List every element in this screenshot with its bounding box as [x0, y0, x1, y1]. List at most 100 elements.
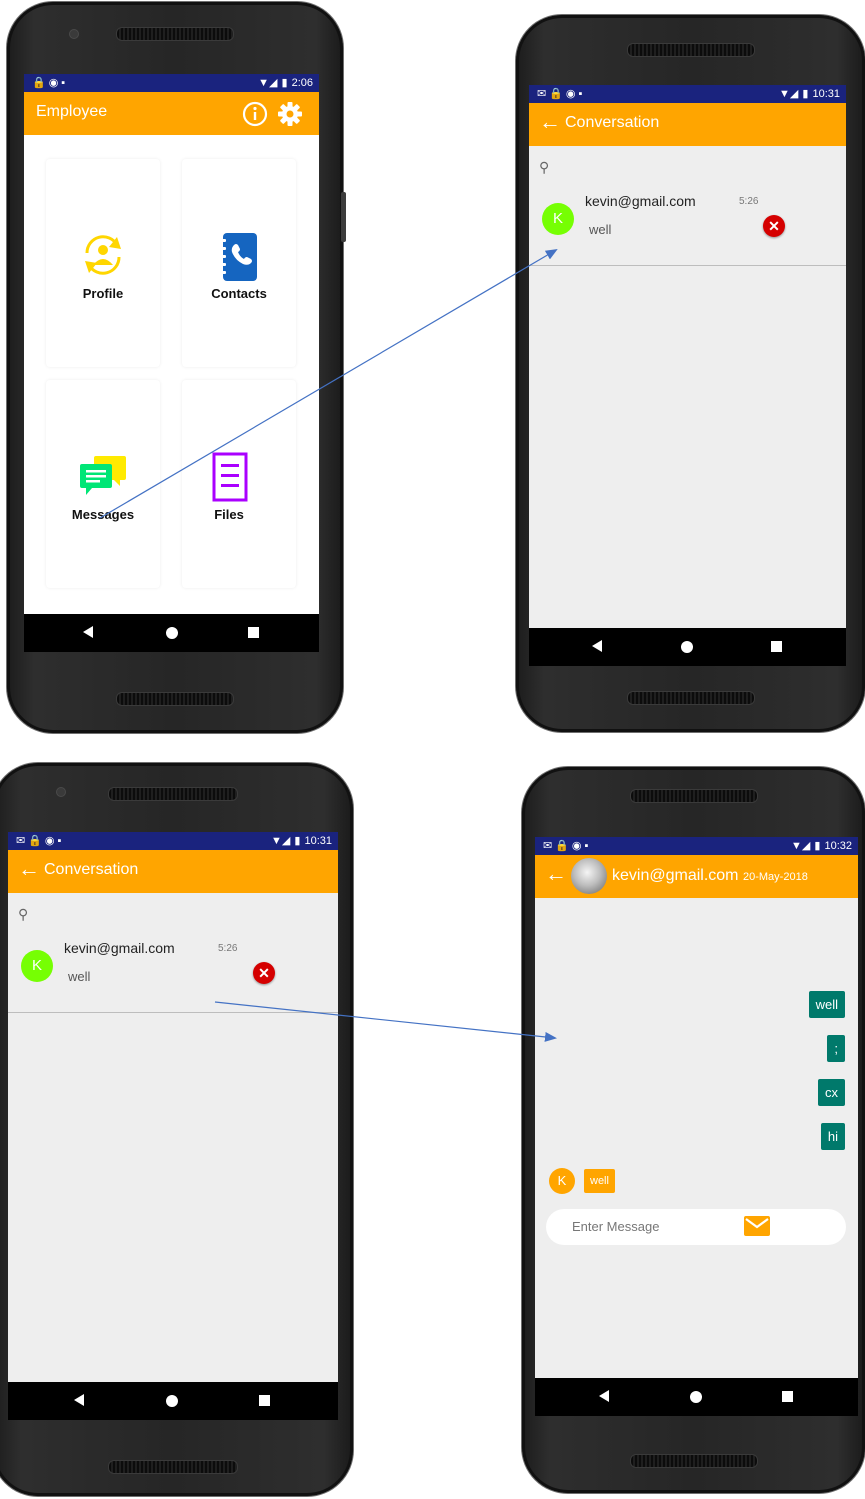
chat-contact-name: kevin@gmail.com [612, 867, 739, 884]
status-bar: ✉🔒◉▪ ▼◢ ▮ 10:32 [535, 837, 858, 855]
conversation-last-message: well [589, 222, 612, 237]
toolbar-title: Employee [36, 103, 108, 120]
status-bar: ✉🔒◉▪ ▼◢ ▮ 10:31 [8, 832, 338, 850]
nav-recent-icon[interactable] [248, 627, 259, 638]
nav-recent-icon[interactable] [782, 1391, 793, 1402]
avatar: K [21, 950, 53, 982]
nav-recent-icon[interactable] [259, 1395, 270, 1406]
speaker-grill [626, 43, 755, 57]
status-notification-icons: ✉🔒◉▪ [537, 88, 586, 100]
status-time: 2:06 [291, 77, 313, 89]
conversation-time: 5:26 [739, 196, 759, 207]
nav-home-icon[interactable] [681, 641, 693, 653]
status-notification-icons: 🔒◉▪ [32, 77, 69, 89]
message-input[interactable]: Enter Message [546, 1209, 846, 1245]
speaker-grill-bottom [107, 1460, 238, 1474]
contacts-book-icon [220, 233, 257, 281]
status-time: 10:31 [812, 88, 840, 100]
nav-back-icon[interactable] [599, 1390, 609, 1402]
card-files[interactable]: Files [182, 380, 296, 588]
message-text: well [815, 997, 838, 1012]
message-bubble-out: hi [820, 1123, 845, 1150]
message-text: hi [827, 1129, 838, 1144]
nav-home-icon[interactable] [166, 1395, 178, 1407]
status-right: ▼◢ ▮ 10:31 [779, 88, 840, 100]
card-profile[interactable]: Profile [46, 159, 160, 367]
speaker-grill-bottom [116, 692, 234, 706]
message-bubble-in: well [584, 1169, 615, 1193]
phone-chat: ✉🔒◉▪ ▼◢ ▮ 10:32 ← kevin@gmail.com 20-May-2… [522, 767, 865, 1493]
nav-bar [24, 614, 319, 652]
avatar: K [549, 1168, 575, 1194]
nav-back-icon[interactable] [83, 626, 93, 638]
dashboard-grid: Profile Contacts Messages Files [24, 135, 319, 614]
nav-home-icon[interactable] [166, 627, 178, 639]
card-messages[interactable]: Messages [46, 380, 160, 588]
status-notification-icons: ✉🔒◉▪ [16, 835, 65, 847]
nav-home-icon[interactable] [690, 1391, 702, 1403]
back-arrow-icon[interactable]: ← [545, 862, 567, 886]
side-button [341, 192, 346, 242]
speaker-grill-bottom [626, 691, 755, 705]
profile-sync-icon [85, 235, 121, 275]
document-icon [212, 452, 248, 502]
phone-conversation-a: ✉🔒◉▪ ▼◢ ▮ 10:31 ← Conversation ⚲ K kevin@g… [516, 15, 865, 732]
gear-icon[interactable] [276, 100, 304, 128]
send-mail-icon[interactable] [744, 1216, 770, 1236]
front-camera [69, 29, 79, 39]
conversation-item[interactable]: K kevin@gmail.com 5:26 well ✕ [8, 936, 338, 1013]
search-icon[interactable]: ⚲ [539, 159, 549, 176]
toolbar-title: Conversation [565, 114, 660, 131]
card-label: Messages [71, 507, 135, 522]
conversation-name: kevin@gmail.com [64, 940, 175, 956]
nav-bar [529, 628, 846, 666]
toolbar: ← kevin@gmail.com 20-May-2018 [535, 855, 858, 898]
speaker-grill [116, 27, 234, 41]
card-label: Contacts [211, 286, 267, 301]
status-notification-icons: ✉🔒◉▪ [543, 840, 592, 852]
message-text: cx [825, 1085, 838, 1100]
info-circle-icon[interactable] [242, 101, 268, 127]
nav-bar [535, 1378, 858, 1416]
phone-home: 🔒◉▪ ▼◢ ▮ 2:06 Employee Profile Contacts … [7, 2, 346, 733]
phone-conversation-b: ✉🔒◉▪ ▼◢ ▮ 10:31 ← Conversation ⚲ K kevin@g… [0, 763, 353, 1496]
status-bar: ✉🔒◉▪ ▼◢ ▮ 10:31 [529, 85, 846, 103]
conversation-item[interactable]: K kevin@gmail.com 5:26 well ✕ [529, 189, 846, 266]
contact-avatar [571, 858, 607, 894]
back-arrow-icon[interactable]: ← [18, 857, 40, 881]
message-placeholder: Enter Message [572, 1219, 660, 1234]
screen: 🔒◉▪ ▼◢ ▮ 2:06 Employee Profile Contacts … [24, 74, 319, 652]
message-bubble-out: well [808, 991, 845, 1018]
screen: ✉🔒◉▪ ▼◢ ▮ 10:31 ← Conversation ⚲ K kevin@g… [529, 85, 846, 666]
back-arrow-icon[interactable]: ← [539, 110, 561, 134]
delete-icon[interactable]: ✕ [763, 215, 785, 237]
search-icon[interactable]: ⚲ [18, 906, 28, 923]
nav-recent-icon[interactable] [771, 641, 782, 652]
toolbar: Employee [24, 92, 319, 135]
front-camera [56, 787, 66, 797]
nav-back-icon[interactable] [592, 640, 602, 652]
status-right: ▼◢ ▮ 2:06 [258, 77, 313, 89]
nav-bar [8, 1382, 338, 1420]
status-bar: 🔒◉▪ ▼◢ ▮ 2:06 [24, 74, 319, 92]
toolbar: ← Conversation [8, 850, 338, 893]
screen: ✉🔒◉▪ ▼◢ ▮ 10:32 ← kevin@gmail.com 20-May-2… [535, 837, 858, 1416]
card-label: Profile [82, 286, 124, 301]
speaker-grill-bottom [629, 1454, 758, 1468]
delete-icon[interactable]: ✕ [253, 962, 275, 984]
message-bubble-out: ; [827, 1035, 845, 1062]
avatar: K [542, 203, 574, 235]
nav-back-icon[interactable] [74, 1394, 84, 1406]
chat-date: 20-May-2018 [743, 871, 808, 883]
screen: ✉🔒◉▪ ▼◢ ▮ 10:31 ← Conversation ⚲ K kevin@g… [8, 832, 338, 1420]
conversation-name: kevin@gmail.com [585, 193, 696, 209]
card-contacts[interactable]: Contacts [182, 159, 296, 367]
status-right: ▼◢ ▮ 10:32 [791, 840, 852, 852]
toolbar: ← Conversation [529, 103, 846, 146]
status-time: 10:31 [304, 835, 332, 847]
conversation-last-message: well [68, 969, 91, 984]
message-text: well [590, 1175, 609, 1187]
toolbar-title: Conversation [44, 861, 139, 878]
status-time: 10:32 [824, 840, 852, 852]
speaker-grill [107, 787, 238, 801]
